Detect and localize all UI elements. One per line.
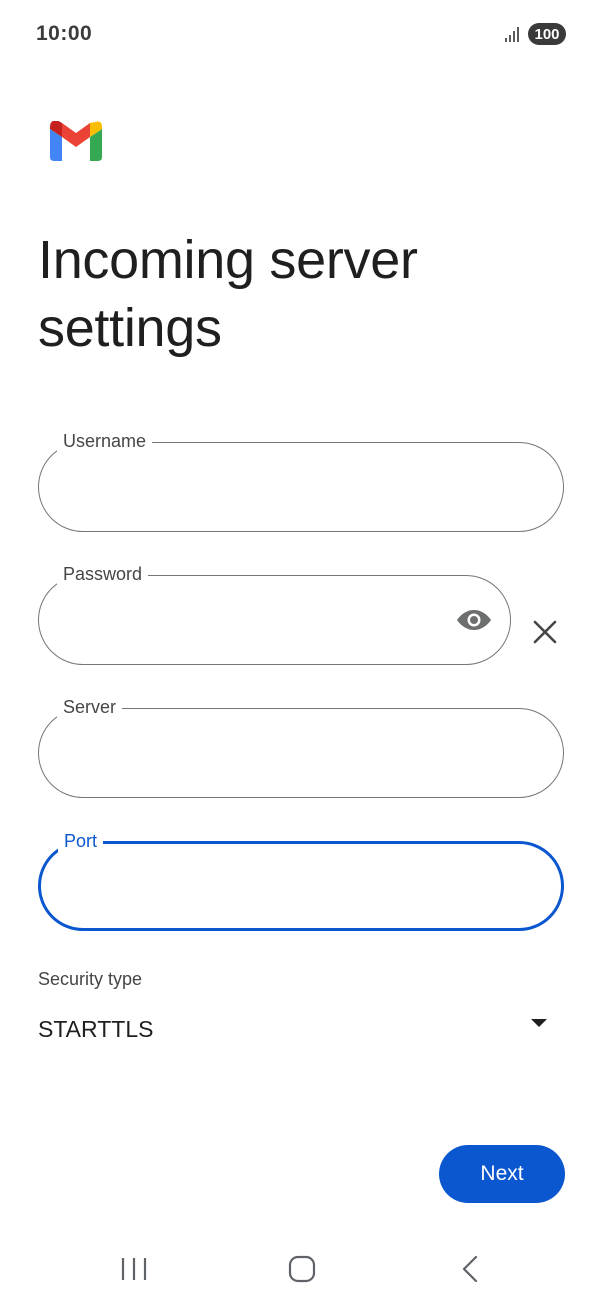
password-input[interactable] bbox=[65, 604, 440, 636]
status-icons: 100 bbox=[504, 23, 566, 45]
port-label: Port bbox=[58, 830, 104, 852]
status-time: 10:00 bbox=[36, 22, 93, 45]
close-icon[interactable] bbox=[530, 617, 560, 647]
incoming-server-settings-screen: 10:00 100 Incoming server settings Usern… bbox=[0, 0, 602, 1306]
username-input[interactable] bbox=[65, 471, 537, 503]
password-label: Password bbox=[57, 563, 149, 585]
username-label: Username bbox=[57, 430, 153, 452]
home-icon[interactable] bbox=[287, 1254, 317, 1284]
password-field[interactable]: Password bbox=[38, 563, 511, 665]
port-field[interactable]: Port bbox=[38, 830, 564, 931]
caret-down-icon bbox=[531, 1019, 547, 1027]
back-icon[interactable] bbox=[456, 1254, 486, 1284]
next-button[interactable]: Next bbox=[439, 1145, 565, 1203]
server-field[interactable]: Server bbox=[38, 696, 564, 798]
security-type-dropdown[interactable]: STARTTLS bbox=[38, 1006, 564, 1056]
security-type-label: Security type bbox=[38, 969, 143, 989]
eye-icon[interactable] bbox=[456, 606, 492, 634]
page-title: Incoming server settings bbox=[38, 230, 418, 358]
server-label: Server bbox=[57, 696, 123, 718]
server-input[interactable] bbox=[65, 737, 537, 769]
username-field[interactable]: Username bbox=[38, 430, 564, 532]
port-input[interactable] bbox=[67, 872, 535, 904]
security-type-value: STARTTLS bbox=[38, 1016, 154, 1042]
signal-icon bbox=[505, 27, 519, 42]
recents-icon[interactable] bbox=[119, 1254, 149, 1284]
gmail-logo-icon bbox=[50, 121, 102, 161]
battery-badge: 100 bbox=[528, 23, 566, 45]
